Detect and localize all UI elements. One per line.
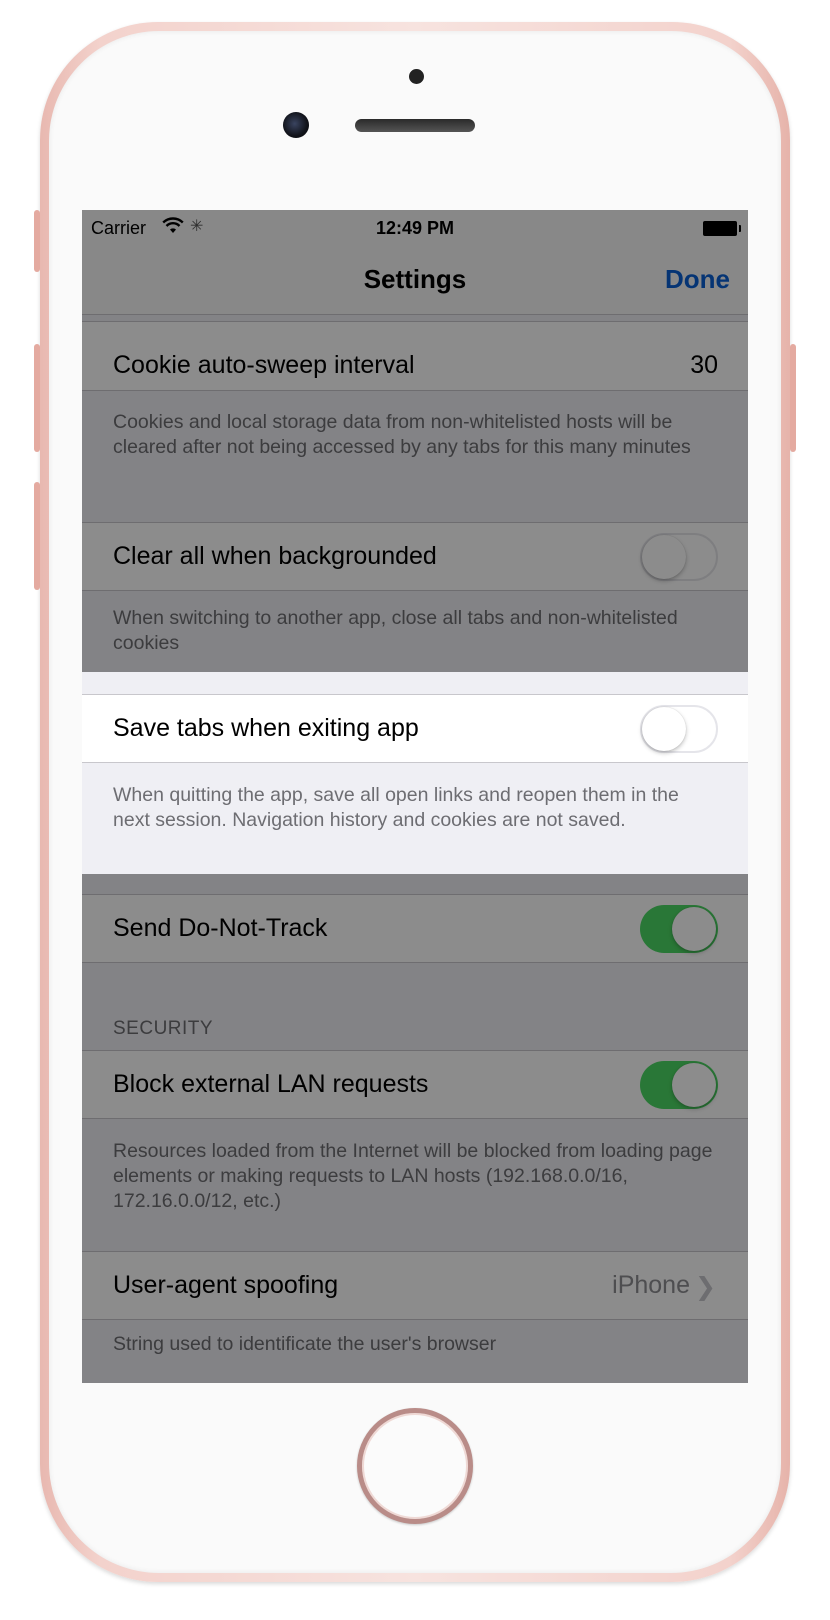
dim-overlay-bottom xyxy=(82,874,748,1383)
save-tabs-label: Save tabs when exiting app xyxy=(113,714,419,742)
home-button[interactable] xyxy=(357,1408,473,1524)
save-tabs-cell: Save tabs when exiting app xyxy=(82,694,748,763)
toggle-knob xyxy=(642,707,686,751)
earpiece-speaker xyxy=(355,119,475,132)
front-camera xyxy=(283,112,309,138)
screen: Carrier ✳ 12:49 PM Settings Done Cookie … xyxy=(82,210,748,1383)
proximity-sensor xyxy=(409,69,424,84)
save-tabs-toggle[interactable] xyxy=(640,705,718,753)
volume-down-button xyxy=(34,482,40,590)
power-button xyxy=(790,344,796,452)
save-tabs-footer: When quitting the app, save all open lin… xyxy=(113,784,679,831)
mute-switch xyxy=(34,210,40,272)
volume-up-button xyxy=(34,344,40,452)
dim-overlay-top xyxy=(82,210,748,672)
